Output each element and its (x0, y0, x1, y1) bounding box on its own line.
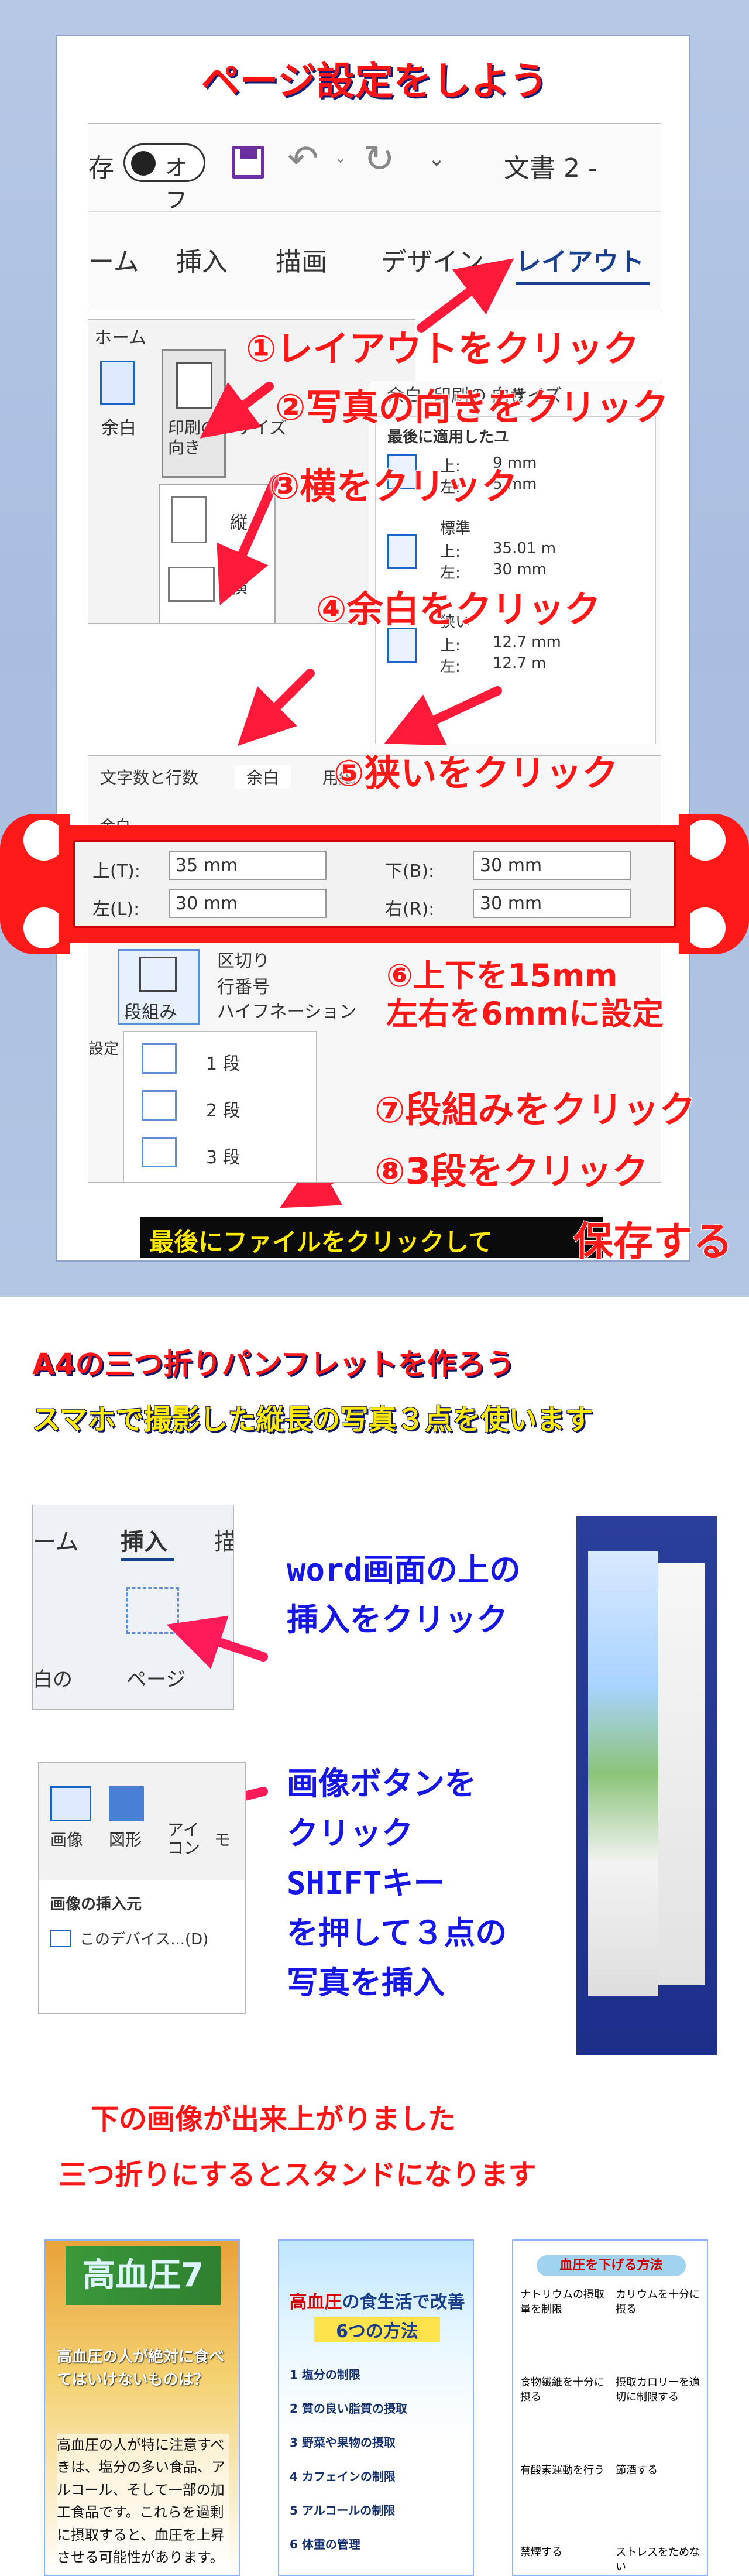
arrow-to-layout (417, 258, 514, 333)
three-column-icon[interactable] (142, 1137, 177, 1167)
panel2-item: 1 塩分の制限 (290, 2368, 360, 2382)
panel3-header: 血圧を下げる方法 (537, 2255, 686, 2276)
panel3-cell: 摂取カロリーを適切に制限する (616, 2376, 700, 2404)
panel2-title-a: 高血圧 (289, 2292, 342, 2313)
band-hole (685, 820, 726, 861)
one-column-icon[interactable] (142, 1043, 177, 1074)
icon-label[interactable]: アイ コン (167, 1821, 200, 1858)
panel1-heading: 高血圧の人が絶対に食べてはいけないものは？ (57, 2348, 225, 2389)
footer-save: 保存する (573, 1218, 733, 1266)
arrow-to-narrow (384, 686, 502, 746)
image-instruction-2: クリック (287, 1815, 413, 1852)
panel2-item: 5 アルコールの制限 (290, 2503, 396, 2517)
band-hole (685, 907, 726, 948)
one-column-label[interactable]: 1 段 (206, 1049, 240, 1075)
arrow-to-insert (166, 1615, 268, 1669)
left-margin-label: 左(L): (92, 899, 140, 920)
columns-label: 段組み (124, 1002, 177, 1023)
right-margin-value: 30 mm (480, 893, 542, 914)
line-numbers-label[interactable]: 行番号 (217, 972, 270, 998)
left-margin-input[interactable]: 30 mm (169, 889, 327, 918)
left-margin-value: 30 mm (176, 893, 238, 914)
panel1-body: 高血圧の人が特に注意すべきは、塩分の多い食品、アルコール、そして一部の加工食品で… (57, 2434, 229, 2569)
insert-instruction-line-1: word画面の上の (287, 1551, 521, 1588)
step-2-label: ②写真の向きをクリック (274, 386, 669, 429)
hyphenation-label[interactable]: ハイフネーション (217, 997, 357, 1023)
pamphlet-panel-1: 高血圧7 高血圧の人が絶対に食べてはいけないものは？ 高血圧の人が特に注意すべき… (44, 2239, 240, 2576)
image-icon[interactable] (50, 1786, 91, 1821)
result-line-1: 下の画像が出来上がりました (91, 2103, 456, 2136)
margin-fields: 上(T): 35 mm 下(B): 30 mm 左(L): 30 mm 右(R)… (73, 840, 676, 928)
arrow-to-margins (238, 669, 315, 746)
arrow-to-orientation (200, 382, 274, 439)
panel3-cell: カリウムを十分に摂る (616, 2289, 700, 2316)
step-8-label: ⑧3段をクリック (374, 1150, 649, 1193)
pamphlet-title: A4の三つ折りパンフレットを作ろう (32, 1347, 515, 1381)
panel2-title-c: 6つの方法 (314, 2317, 440, 2342)
stand-panel-right (658, 1563, 705, 1985)
panel2-item: 2 質の良い脂質の摂取 (290, 2402, 407, 2416)
panel2-item: 3 野菜や果物の摂取 (290, 2435, 396, 2450)
margin-fields-band: 上(T): 35 mm 下(B): 30 mm 左(L): 30 mm 右(R)… (0, 814, 749, 954)
panel1-title: 高血圧7 (66, 2246, 221, 2305)
image-instruction-5: 写真を挿入 (287, 1964, 445, 2001)
panel3-cell: 有酸素運動を行う (520, 2464, 604, 2476)
shape-label[interactable]: 図形 (109, 1827, 142, 1851)
panel2-list: 1 塩分の制限 2 質の良い脂質の摂取 3 野菜や果物の摂取 4 カフェインの制… (290, 2358, 465, 2561)
bottom-margin-label: 下(B): (385, 861, 435, 882)
two-column-icon[interactable] (142, 1090, 177, 1121)
panel3-cell: 禁煙する (520, 2546, 562, 2558)
folded-stand-photo (576, 1516, 717, 2055)
this-device-option[interactable]: このデバイス...(D) (80, 1927, 208, 1949)
two-column-label[interactable]: 2 段 (206, 1096, 240, 1122)
step-7-label: ⑦段組みをクリック (374, 1088, 696, 1131)
device-icon (50, 1930, 71, 1947)
pamphlet-panel-3: 血圧を下げる方法 ナトリウムの摂取量を制限 カリウムを十分に摂る 食物繊維を十分… (512, 2239, 708, 2576)
panel3-cell: ナトリウムの摂取量を制限 (520, 2289, 604, 2316)
image-button-screenshot: 画像 図形 アイ コン モ 画像の挿入元 このデバイス...(D) (38, 1762, 246, 2014)
result-line-2: 三つ折りにするとスタンドになります (59, 2159, 537, 2191)
mo-label: モ (214, 1830, 231, 1849)
image-instruction-4: を押して３点の (287, 1914, 507, 1951)
dialog-tab-chars[interactable]: 文字数と行数 (100, 765, 198, 789)
top-margin-input[interactable]: 35 mm (169, 851, 327, 880)
image-instruction-3: SHIFTキー (287, 1865, 445, 1902)
pamphlet-panel-2: 高血圧の食生活で改善する 6つの方法 1 塩分の制限 2 質の良い脂質の摂取 3… (278, 2239, 474, 2576)
step-1-label: ①レイアウトをクリック (245, 327, 640, 370)
pamphlet-subtitle: スマホで撮影した縦長の写真３点を使います (32, 1403, 593, 1436)
insert-from-menu: 画像の挿入元 このデバイス...(D) (39, 1880, 245, 2013)
image-instruction-1: 画像ボタンを (287, 1765, 476, 1802)
setting-label: 設定 (88, 1040, 119, 1058)
step-5-label: ⑤狭いをクリック (333, 752, 619, 794)
top-margin-value: 35 mm (176, 855, 238, 876)
insert-instruction-line-2: 挿入をクリック (287, 1601, 508, 1638)
stand-panel-left (588, 1551, 658, 1996)
shape-icon[interactable] (109, 1786, 144, 1821)
panel2-item: 6 体重の管理 (290, 2537, 360, 2551)
panel3-cell: ストレスをためない (616, 2546, 700, 2574)
image-label[interactable]: 画像 (50, 1827, 83, 1851)
columns-menu: 1 段 2 段 3 段 (123, 1031, 317, 1182)
columns-button[interactable]: 段組み (118, 949, 200, 1025)
footer-instruction: 最後にファイルをクリックして (149, 1228, 493, 1256)
dialog-tab-margins[interactable]: 余白 (235, 765, 291, 789)
right-margin-input[interactable]: 30 mm (473, 889, 631, 918)
three-column-label[interactable]: 3 段 (206, 1143, 240, 1169)
step-3-label: ③横をクリック (269, 465, 518, 508)
columns-icon (139, 957, 177, 992)
panel2-item: 4 カフェインの制限 (290, 2469, 396, 2483)
step-6-line-2: 左右を6mmに設定 (386, 995, 664, 1032)
panel3-cell: 節酒する (616, 2464, 658, 2476)
step-6-line-1: ⑥上下を15mm (386, 957, 618, 994)
right-margin-label: 右(R): (385, 899, 435, 920)
bottom-margin-value: 30 mm (480, 855, 542, 876)
insert-from-title: 画像の挿入元 (50, 1896, 142, 1913)
arrow-to-landscape (217, 475, 280, 605)
top-margin-label: 上(T): (92, 861, 140, 882)
step-4-label: ④余白をクリック (315, 588, 601, 631)
panel3-cell: 食物繊維を十分に摂る (520, 2376, 604, 2404)
bottom-margin-input[interactable]: 30 mm (473, 851, 631, 880)
